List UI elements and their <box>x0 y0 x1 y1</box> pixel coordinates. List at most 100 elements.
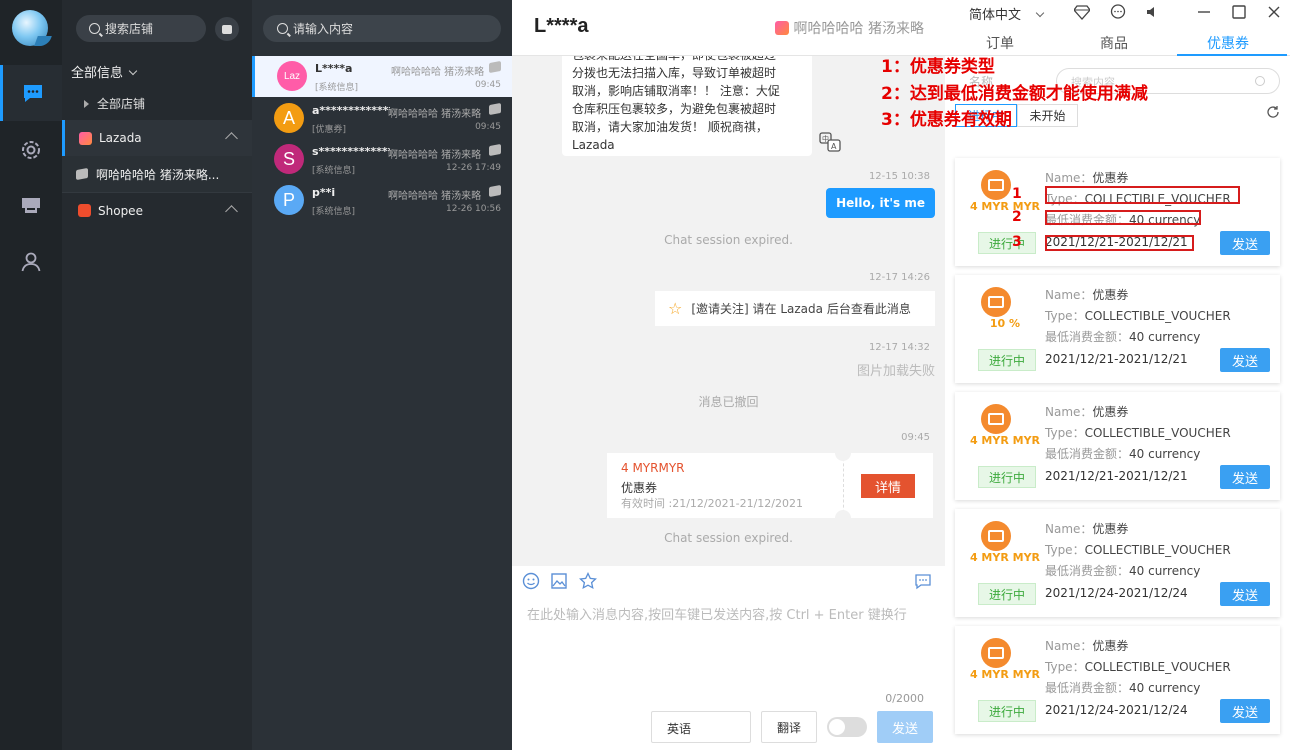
message-line: 仓库积压包裹较多，为避免包裹被超时 <box>572 102 777 116</box>
voucher-send-button[interactable]: 发送 <box>1220 699 1270 723</box>
store-item[interactable]: 啊哈哈哈哈 猪汤来略... <box>62 156 252 192</box>
conversation-item[interactable]: Ss*******************i啊哈哈哈哈 猪汤来略 [系统信息] 12… <box>252 139 512 180</box>
nav-settings-button[interactable] <box>0 122 62 178</box>
conversation-time: 09:45 <box>475 80 501 90</box>
conversation-preview: [系统信息] <box>315 83 359 93</box>
conversation-store: 啊哈哈哈哈 猪汤来略 <box>388 150 482 161</box>
invite-message: ☆ [邀请关注] 请在 Lazada 后台查看此消息 <box>655 291 935 326</box>
chevron-up-icon <box>225 132 238 145</box>
message-recalled-notice: 消息已撤回 <box>698 395 759 409</box>
voucher-card: 4 MYR MYR 进行中 Name：优惠券 Type：COLLECTIBLE_VOU… <box>955 392 1280 500</box>
voucher-type-key: Type： <box>1045 543 1085 557</box>
platform-lazada[interactable]: Lazada <box>62 120 252 156</box>
voucher-min-spend-row: 最低消费金额：40 currency <box>1045 445 1200 462</box>
voucher-status-badge: 进行中 <box>978 583 1036 605</box>
refresh-icon[interactable] <box>1266 105 1280 119</box>
minimize-icon[interactable] <box>1196 4 1212 20</box>
nav-chat-button[interactable] <box>0 65 62 121</box>
filter-not-started-button[interactable]: 未开始 <box>1017 104 1078 127</box>
coupon-message-card: 4 MYRMYR 优惠券 有效时间 :21/12/2021-21/12/2021… <box>607 453 933 518</box>
message-time: 09:45 <box>901 432 930 443</box>
conversation-preview: [系统信息] <box>312 207 356 217</box>
all-info-dropdown[interactable]: 全部信息 <box>71 62 138 81</box>
tab-vouchers[interactable]: 优惠券 <box>1207 33 1249 53</box>
voucher-name-value: 优惠券 <box>1092 405 1129 419</box>
tab-orders[interactable]: 订单 <box>986 33 1014 53</box>
message-input[interactable]: 在此处输入消息内容,按回车键已发送内容,按 Ctrl + Enter 键换行 <box>527 604 907 623</box>
conversation-store: 啊哈哈哈哈 猪汤来略 <box>388 109 482 120</box>
voucher-min-spend-key: 最低消费金额： <box>1045 330 1130 344</box>
message-line: 分拨也无法扫描入库，导致订单被超时 <box>572 66 777 80</box>
voucher-min-spend-value: 40 currency <box>1129 447 1201 461</box>
voucher-icon <box>981 404 1011 434</box>
image-load-failed: 图片加载失败 <box>856 364 935 379</box>
conversation-search-placeholder: 请输入内容 <box>293 22 354 36</box>
translate-icon[interactable]: 中A <box>819 132 841 152</box>
translate-language-select[interactable]: 英语 <box>651 711 751 743</box>
conversation-search-input[interactable]: 请输入内容 <box>263 15 501 42</box>
speaker-icon[interactable] <box>1144 4 1160 20</box>
annotation-number-2: 2 <box>1012 209 1022 225</box>
quick-reply-icon[interactable] <box>914 572 932 590</box>
conversation-name: p**i <box>312 186 336 199</box>
voucher-name-row: Name：优惠券 <box>1045 637 1128 654</box>
image-icon[interactable] <box>550 572 568 590</box>
translate-button[interactable]: 翻译 <box>761 711 817 743</box>
send-button[interactable]: 发送 <box>877 711 933 743</box>
tab-products[interactable]: 商品 <box>1100 33 1128 53</box>
chevron-down-icon <box>1035 8 1045 18</box>
platform-shopee-label: Shopee <box>98 203 143 218</box>
chevron-down-icon <box>128 66 138 76</box>
language-select[interactable]: 简体中文 <box>969 4 1045 23</box>
message-line: 取消，影响店铺取消率！！ 注意：大促 <box>572 84 780 98</box>
voucher-name-key: Name： <box>1045 522 1093 536</box>
voucher-send-button[interactable]: 发送 <box>1220 465 1270 489</box>
auto-translate-toggle[interactable] <box>827 717 867 737</box>
conversation-time: 12-26 17:49 <box>446 163 501 173</box>
conversation-preview: [系统信息] <box>312 166 356 176</box>
emoji-icon[interactable] <box>522 572 540 590</box>
close-icon[interactable] <box>1266 4 1282 20</box>
nav-shop-button[interactable] <box>0 178 62 234</box>
store-manage-button[interactable] <box>215 17 239 41</box>
voucher-name-key: Name： <box>1045 405 1093 419</box>
platform-shopee[interactable]: Shopee <box>62 192 252 228</box>
package-icon <box>489 184 501 198</box>
annotation-1: 1：优惠券类型 <box>881 57 995 77</box>
message-icon[interactable] <box>1110 4 1126 20</box>
avatar: Laz <box>277 61 307 91</box>
store-search-input[interactable]: 搜索店铺 <box>76 15 206 42</box>
voucher-min-spend-value: 40 currency <box>1129 330 1201 344</box>
diamond-icon[interactable] <box>1074 4 1090 20</box>
coupon-detail-button[interactable]: 详情 <box>861 474 915 498</box>
title-bar: 简体中文 <box>945 0 1290 24</box>
invite-text: [邀请关注] 请在 Lazada 后台查看此消息 <box>691 302 911 316</box>
settings-icon <box>22 141 40 159</box>
conversation-preview: [优惠券] <box>312 125 347 135</box>
voucher-name-value: 优惠券 <box>1092 522 1129 536</box>
voucher-icon <box>981 521 1011 551</box>
star-icon[interactable] <box>579 572 597 590</box>
voucher-name-key: Name： <box>1045 639 1093 653</box>
coupon-name: 优惠券 <box>621 481 658 495</box>
conversation-name: s*******************i <box>312 145 390 158</box>
maximize-icon[interactable] <box>1231 4 1247 20</box>
voucher-type-key: Type： <box>1045 426 1085 440</box>
conversation-item[interactable]: Pp**i 啊哈哈哈哈 猪汤来略 [系统信息] 12-26 10:56 <box>252 180 512 221</box>
conversation-item[interactable]: Aa***************o啊哈哈哈哈 猪汤来略 [优惠券] 09:45 <box>252 98 512 139</box>
voucher-icon <box>981 638 1011 668</box>
voucher-send-button[interactable]: 发送 <box>1220 231 1270 255</box>
chat-header-store: 啊哈哈哈哈 猪汤来略 <box>774 18 924 38</box>
voucher-amount: 10 % <box>989 317 1021 330</box>
voucher-send-button[interactable]: 发送 <box>1220 582 1270 606</box>
conversation-item[interactable]: Laz L****a 啊哈哈哈哈 猪汤来略 [系统信息] 09:45 <box>252 56 512 97</box>
voucher-name-key: Name： <box>1045 171 1093 185</box>
avatar: P <box>274 185 304 215</box>
system-message-bubble: 包裹来配送在全国单，即使包裹被超过分拨也无法扫描入库，导致订单被超时取消，影响店… <box>562 42 812 156</box>
coupon-divider <box>843 453 844 518</box>
voucher-send-button[interactable]: 发送 <box>1220 348 1270 372</box>
nav-user-button[interactable] <box>0 234 62 290</box>
side-tabs: 订单 商品 优惠券 <box>945 30 1290 56</box>
active-tab-indicator <box>1177 54 1287 56</box>
all-stores-item[interactable]: 全部店铺 <box>84 95 145 112</box>
